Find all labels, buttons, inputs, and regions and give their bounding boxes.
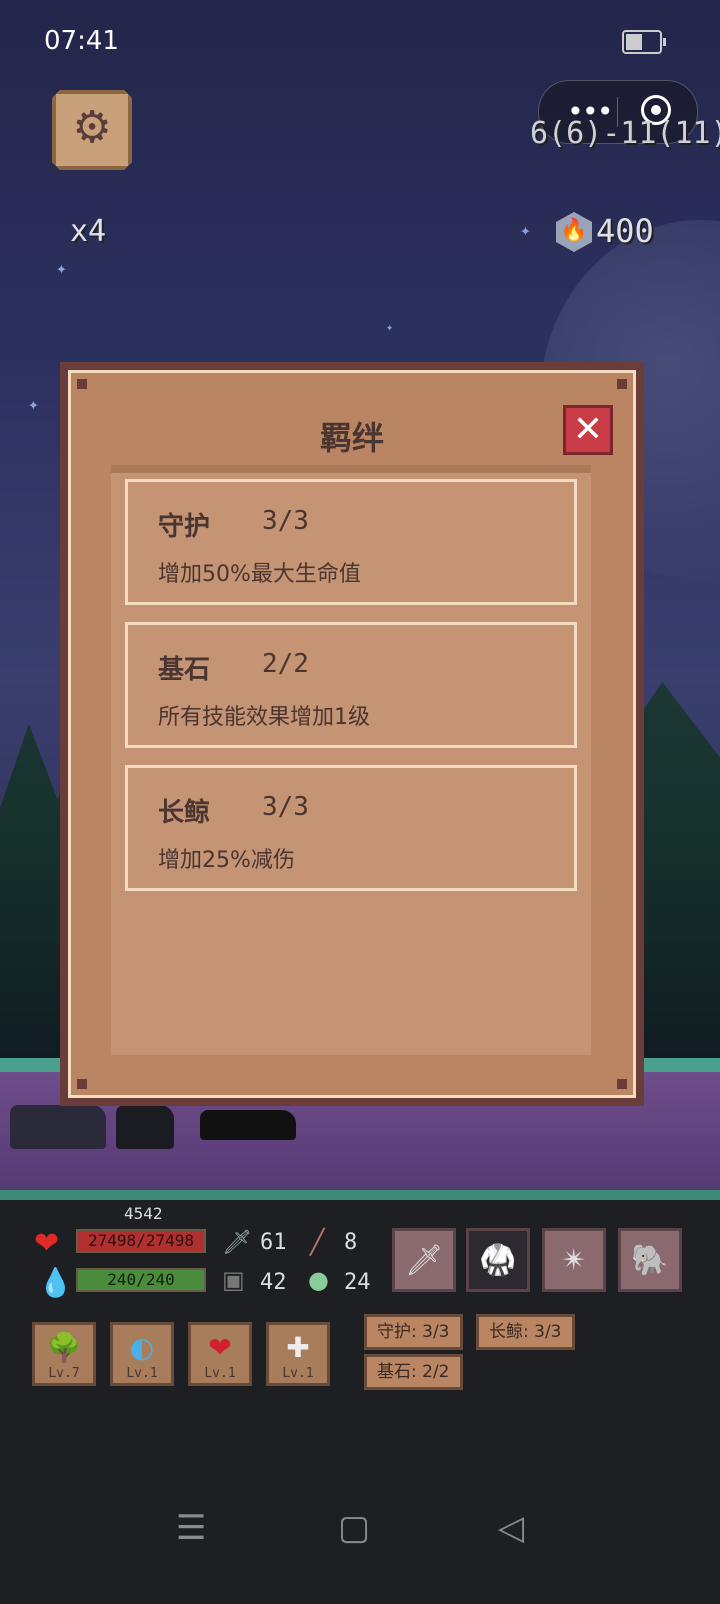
- star-icon: ✦: [28, 394, 39, 415]
- bond-tag[interactable]: 基石: 2/2: [364, 1354, 463, 1390]
- skill-slot[interactable]: ❤ Lv.1: [188, 1322, 252, 1386]
- player-sprite: [116, 1105, 174, 1149]
- skill-level: Lv.1: [204, 1366, 236, 1381]
- bond-count: 2/2: [262, 649, 309, 679]
- wand-stat-icon: ╱: [310, 1228, 325, 1256]
- settings-button[interactable]: ⚙: [52, 90, 132, 170]
- bond-card: 长鲸 3/3 增加25%减伤: [125, 765, 577, 891]
- heart-icon: ❤: [34, 1226, 60, 1261]
- moon-icon: ◐: [129, 1331, 155, 1364]
- defense-value: 42: [260, 1270, 287, 1295]
- equip-slot-amulet[interactable]: ✴: [542, 1228, 606, 1292]
- back-nav-icon[interactable]: ◁: [498, 1508, 524, 1548]
- enemy-sprite: [200, 1110, 296, 1140]
- mp-bar: 240/240: [76, 1268, 206, 1292]
- home-nav-icon[interactable]: ▢: [338, 1508, 370, 1548]
- bonds-dialog: 羁绊 ✕ 守护 3/3 增加50%最大生命值 基石 2/2 所有技能效果增加1级…: [60, 362, 644, 1106]
- skill-slot[interactable]: ◐ Lv.1: [110, 1322, 174, 1386]
- orb-stat-icon: ●: [308, 1266, 329, 1294]
- equip-slot-weapon[interactable]: 🗡: [392, 1228, 456, 1292]
- enemy-sprite: [10, 1105, 106, 1149]
- speed-multiplier[interactable]: x4: [70, 214, 106, 249]
- bond-description: 增加50%最大生命值: [158, 562, 361, 587]
- armor-stat-icon: ▣: [222, 1266, 245, 1294]
- skill-slot[interactable]: 🌳 Lv.7: [32, 1322, 96, 1386]
- bond-card: 守护 3/3 增加50%最大生命值: [125, 479, 577, 605]
- magic-value: 8: [344, 1230, 358, 1255]
- sword-stat-icon: 🗡: [222, 1228, 253, 1256]
- menu-nav-icon[interactable]: ☰: [176, 1508, 206, 1548]
- mana-drop-icon: 💧: [38, 1266, 73, 1299]
- armor-icon: 🥋: [479, 1243, 517, 1278]
- sword-icon: 🗡: [404, 1243, 444, 1278]
- close-icon: ✕: [572, 409, 604, 450]
- gear-icon: ⚙: [72, 102, 112, 153]
- gem-count: 400: [596, 212, 654, 250]
- bond-tag[interactable]: 长鲸: 3/3: [476, 1314, 575, 1350]
- plus-icon: ✚: [286, 1331, 310, 1364]
- resist-value: 24: [344, 1270, 371, 1295]
- bond-list: 守护 3/3 增加50%最大生命值 基石 2/2 所有技能效果增加1级 长鲸 3…: [111, 465, 591, 1055]
- bond-tag[interactable]: 守护: 3/3: [364, 1314, 463, 1350]
- bond-description: 增加25%减伤: [158, 848, 295, 873]
- bond-name: 守护: [158, 512, 211, 542]
- equip-slot-armor[interactable]: 🥋: [466, 1228, 530, 1292]
- star-icon: ✦: [386, 320, 394, 334]
- tree-icon: 🌳: [46, 1331, 82, 1364]
- skill-slot[interactable]: ✚ Lv.1: [266, 1322, 330, 1386]
- skill-level: Lv.7: [48, 1366, 80, 1381]
- equip-slot-pet[interactable]: 🐘: [618, 1228, 682, 1292]
- skill-level: Lv.1: [126, 1366, 158, 1381]
- stage-indicator: 6(6)-11(11): [530, 116, 720, 151]
- status-time: 07:41: [44, 26, 119, 56]
- bond-count: 3/3: [262, 506, 309, 536]
- attack-value: 61: [260, 1230, 287, 1255]
- bond-name: 基石: [158, 655, 211, 685]
- hp-bar: 27498/27498: [76, 1229, 206, 1253]
- heart-burst-icon: ❤: [208, 1331, 232, 1364]
- battery-icon: [622, 30, 666, 54]
- star-icon: ✦: [520, 220, 531, 241]
- close-button[interactable]: ✕: [563, 405, 613, 455]
- star-amulet-icon: ✴: [561, 1243, 587, 1278]
- bond-description: 所有技能效果增加1级: [158, 705, 370, 730]
- bond-card: 基石 2/2 所有技能效果增加1级: [125, 622, 577, 748]
- elephant-icon: 🐘: [631, 1243, 669, 1278]
- bond-count: 3/3: [262, 792, 309, 822]
- score-value: 4542: [124, 1204, 163, 1223]
- star-icon: ✦: [56, 258, 67, 279]
- bond-name: 长鲸: [158, 798, 211, 828]
- skill-level: Lv.1: [282, 1366, 314, 1381]
- dialog-title: 羁绊: [319, 419, 384, 457]
